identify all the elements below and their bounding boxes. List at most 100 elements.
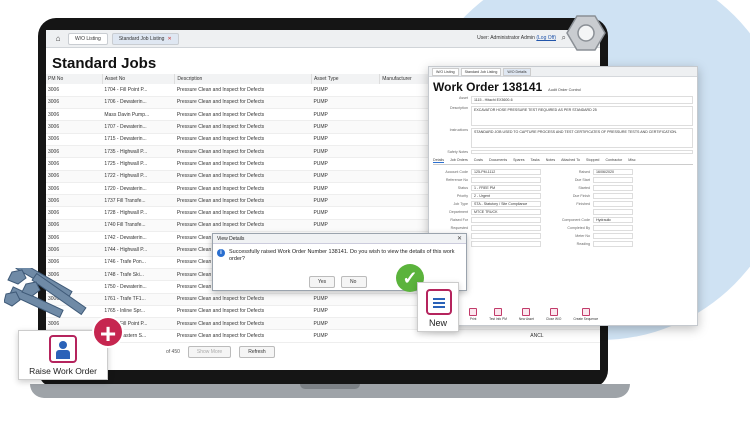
wo-detail-value[interactable] [593, 193, 633, 199]
table-cell: Pressure Clean and Inspect for Defects [174, 145, 312, 159]
wo-subtab[interactable]: Contractor [605, 158, 622, 163]
close-icon[interactable]: ✕ [457, 235, 462, 242]
wo-field-value[interactable]: 1115 - Hitachi EX3600-6 [471, 96, 693, 104]
wo-detail-value[interactable] [593, 241, 633, 247]
wo-detail-value[interactable] [593, 177, 633, 183]
column-header[interactable]: Asset No [102, 74, 176, 84]
wo-detail-value[interactable] [593, 233, 633, 239]
table-cell: 3006 [46, 256, 103, 269]
wo-detail-label: Status [457, 186, 468, 190]
table-cell: 3006 [46, 157, 103, 171]
wo-subtabs: Details Job Orders Costs Documents Spares Tas… [433, 158, 693, 165]
column-header[interactable]: Description [174, 74, 312, 84]
refresh-button[interactable]: Refresh [239, 346, 275, 358]
column-header[interactable]: Asset Type [311, 74, 381, 84]
table-cell: 1735 - Highwall P... [102, 145, 175, 159]
wo-detail-label: Due Finish [572, 194, 590, 198]
wo-detail-row: Account Code 125-PM-1112 Raised 16/06/2020 [429, 168, 697, 176]
table-cell: 1746 - Trafe Pon... [102, 256, 175, 269]
logoff-link[interactable]: (Log Off) [536, 35, 556, 41]
wo-detail-value[interactable]: STA - Statutory / Site Compliance [471, 201, 541, 207]
wo-detail-label: Job Type [453, 202, 468, 206]
yes-button[interactable]: Yes [309, 276, 335, 288]
wo-subtab[interactable]: Costs [474, 158, 483, 163]
wo-detail-value[interactable]: 16/06/2020 [593, 169, 633, 175]
table-cell: 3006 [46, 243, 103, 257]
wo-subtab[interactable]: Details [433, 158, 444, 163]
tab-label: Standard Job Listing [118, 35, 165, 42]
wo-field-value[interactable] [471, 150, 693, 154]
wo-subtab[interactable]: Misc [628, 158, 635, 163]
wo-detail-value[interactable] [471, 233, 541, 239]
tab-standard-job-listing[interactable]: Standard Job Listing ✕ [111, 32, 179, 45]
show-more-button[interactable]: Show More [187, 346, 232, 358]
table-cell: 1707 - Dewaterin... [102, 120, 175, 134]
table-cell: 3006 [46, 145, 103, 159]
wo-detail-value[interactable] [471, 241, 541, 247]
table-cell: Pressure Clean and Inspect for Defects [174, 96, 312, 110]
wo-subtab[interactable]: Documents [489, 158, 507, 163]
wo-tab[interactable]: W/O Listing [432, 67, 459, 76]
wo-detail-value[interactable]: MTCE TRUCK [471, 209, 541, 215]
wo-subtab[interactable]: Notes [546, 158, 555, 163]
worker-icon [49, 335, 77, 363]
wo-detail-label: Started [578, 186, 590, 190]
column-header[interactable]: PM No [46, 74, 103, 84]
new-tile[interactable]: New [417, 282, 459, 332]
raise-tile-label: Raise Work Order [29, 366, 97, 376]
table-cell: PUMP [311, 84, 380, 97]
wo-tab[interactable]: Standard Job Listing [460, 67, 502, 76]
wo-detail-value[interactable] [471, 217, 541, 223]
wo-detail-value[interactable]: 2 - Urgent [471, 193, 541, 199]
wo-title: Work Order 138141 [433, 80, 543, 94]
no-button[interactable]: No [341, 276, 367, 288]
wo-tool-button[interactable]: Test Info PM [489, 308, 507, 321]
wo-detail-label: Department [449, 210, 468, 214]
wo-subtab[interactable]: Tasks [531, 158, 540, 163]
table-row[interactable]: 30061769 - Eastern S...Pressure Clean an… [46, 329, 600, 343]
close-icon[interactable]: ✕ [167, 36, 171, 42]
wo-field-value[interactable]: STANDARD JOB USED TO CAPTURE PROCESS AND… [471, 128, 693, 148]
wo-header: Work Order 138141 Audit Order Control [429, 77, 697, 94]
wo-detail-value[interactable]: Hydraulic [593, 217, 633, 223]
tab-wo-listing[interactable]: W/O Listing [68, 32, 108, 45]
wo-fields: Asset 1115 - Hitachi EX3600-6 Description E… [429, 96, 697, 154]
wo-subtab[interactable]: Job Orders [450, 158, 468, 163]
wo-subtab[interactable]: Attached To [561, 158, 580, 163]
table-cell: 1737 Fill Transfe... [102, 194, 175, 208]
home-icon[interactable]: ⌂ [52, 34, 64, 44]
wo-detail-row: Status 1 - FREE PM Started [429, 184, 697, 192]
wo-detail-value[interactable] [471, 225, 541, 231]
wo-tool-button[interactable]: Print [469, 308, 478, 321]
wo-detail-value[interactable] [593, 185, 633, 191]
table-cell: Pressure Clean and Inspect for Defects [174, 317, 312, 331]
tool-icon [549, 308, 558, 316]
wo-tool-button[interactable]: Close W/O [546, 308, 561, 321]
table-cell: 3006 [46, 219, 103, 233]
wo-detail-label: Finished [576, 202, 590, 206]
tool-label: Close W/O [545, 317, 562, 321]
wo-tool-button[interactable]: New Asset [519, 308, 534, 321]
wo-detail-value[interactable] [471, 177, 541, 183]
wo-detail-value[interactable]: 1 - FREE PM [471, 185, 541, 191]
wo-subtab[interactable]: Spares [513, 158, 524, 163]
add-icon[interactable]: + [92, 316, 124, 349]
table-cell: 1725 - Highwall P... [102, 157, 175, 171]
wo-detail-value[interactable]: 125-PM-1112 [471, 169, 541, 175]
table-cell: Pressure Clean and Inspect for Defects [174, 206, 312, 220]
wo-detail-value[interactable] [593, 225, 633, 231]
table-cell: Mass Davin Pump... [102, 108, 175, 122]
tool-icon [469, 308, 478, 316]
table-cell: 3006 [46, 182, 103, 196]
user-name: User: Administrator Admin [477, 35, 535, 41]
wo-tab-active[interactable]: W/O Details [503, 67, 531, 76]
wo-field-label: Safety Notes [447, 150, 468, 154]
wo-subtab[interactable]: Stopped [586, 158, 599, 163]
table-cell: PUMP [311, 170, 380, 183]
wo-detail-value[interactable] [593, 201, 633, 207]
table-cell: PUMP [311, 219, 380, 233]
wo-field-value[interactable]: EXCAVATOR HOSE PRESSURE TEST REQUIRED AS… [471, 106, 693, 126]
wo-tool-button[interactable]: Create Sequence [573, 308, 598, 321]
wo-detail-value[interactable] [593, 209, 633, 215]
table-cell: ANCL [528, 329, 600, 343]
